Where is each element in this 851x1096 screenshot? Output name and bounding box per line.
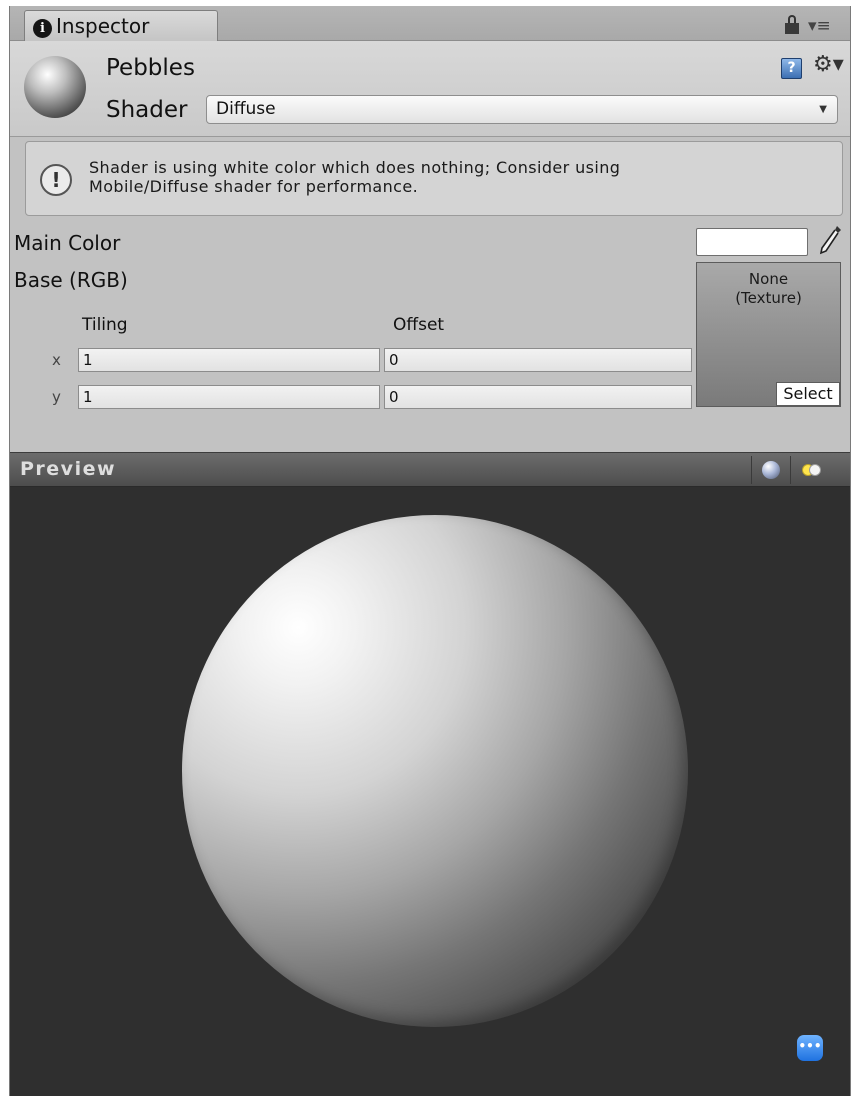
tab-inspector[interactable]: i Inspector bbox=[24, 10, 218, 42]
texture-none-line-2: (Texture) bbox=[735, 289, 802, 307]
help-text-line-1: Shader is using white color which does n… bbox=[89, 158, 621, 177]
texture-select-button[interactable]: Select bbox=[776, 382, 840, 406]
y-axis-label: y bbox=[52, 388, 61, 406]
offset-label: Offset bbox=[393, 315, 445, 335]
help-book-icon[interactable]: ? bbox=[781, 58, 802, 79]
warning-icon: ! bbox=[40, 164, 72, 196]
lock-icon[interactable] bbox=[785, 15, 799, 34]
eyedropper-icon[interactable] bbox=[818, 224, 842, 256]
preview-sphere bbox=[182, 515, 688, 1027]
tab-menu-icon[interactable]: ▾≡ bbox=[808, 18, 831, 35]
texture-slot[interactable]: None (Texture) Select bbox=[696, 262, 841, 407]
tiling-x-field[interactable]: 1 bbox=[78, 348, 380, 372]
preview-mesh-button[interactable] bbox=[751, 456, 789, 484]
shader-value: Diffuse bbox=[216, 99, 276, 119]
help-box: ! Shader is using white color which does… bbox=[25, 141, 843, 216]
shader-dropdown[interactable]: Diffuse ▼ bbox=[206, 95, 838, 124]
chat-icon[interactable]: ••• bbox=[797, 1035, 823, 1061]
tiling-y-field[interactable]: 1 bbox=[78, 385, 380, 409]
texture-none-label: None (Texture) bbox=[697, 270, 840, 308]
info-icon: i bbox=[33, 19, 52, 38]
material-thumbnail bbox=[24, 56, 86, 118]
tiling-label: Tiling bbox=[82, 315, 128, 335]
texture-none-line-1: None bbox=[748, 270, 789, 288]
offset-x-field[interactable]: 0 bbox=[384, 348, 692, 372]
x-axis-label: x bbox=[52, 351, 61, 369]
preview-light-button[interactable] bbox=[790, 456, 828, 484]
chevron-down-icon: ▼ bbox=[819, 104, 827, 115]
main-color-swatch[interactable] bbox=[696, 228, 808, 256]
inspector-window: i Inspector ▾≡ Pebbles Shader Diffuse ▼ ?… bbox=[9, 6, 851, 1096]
gear-icon[interactable]: ⚙▾ bbox=[813, 54, 844, 76]
main-color-label: Main Color bbox=[14, 231, 121, 255]
tab-title: Inspector bbox=[56, 14, 150, 38]
preview-header: Preview bbox=[10, 452, 850, 487]
preview-title: Preview bbox=[20, 458, 117, 480]
light-icon-back bbox=[809, 464, 821, 476]
offset-y-field[interactable]: 0 bbox=[384, 385, 692, 409]
material-name: Pebbles bbox=[106, 55, 195, 81]
help-text-line-2: Mobile/Diffuse shader for performance. bbox=[89, 177, 419, 196]
help-text: Shader is using white color which does n… bbox=[89, 158, 829, 196]
tab-strip: i Inspector ▾≡ bbox=[10, 6, 850, 42]
base-rgb-label: Base (RGB) bbox=[14, 268, 128, 292]
sphere-icon bbox=[762, 461, 780, 479]
preview-viewport[interactable] bbox=[10, 487, 850, 1096]
shader-label: Shader bbox=[106, 97, 188, 123]
material-header: Pebbles Shader Diffuse ▼ ? ⚙▾ bbox=[10, 41, 850, 137]
